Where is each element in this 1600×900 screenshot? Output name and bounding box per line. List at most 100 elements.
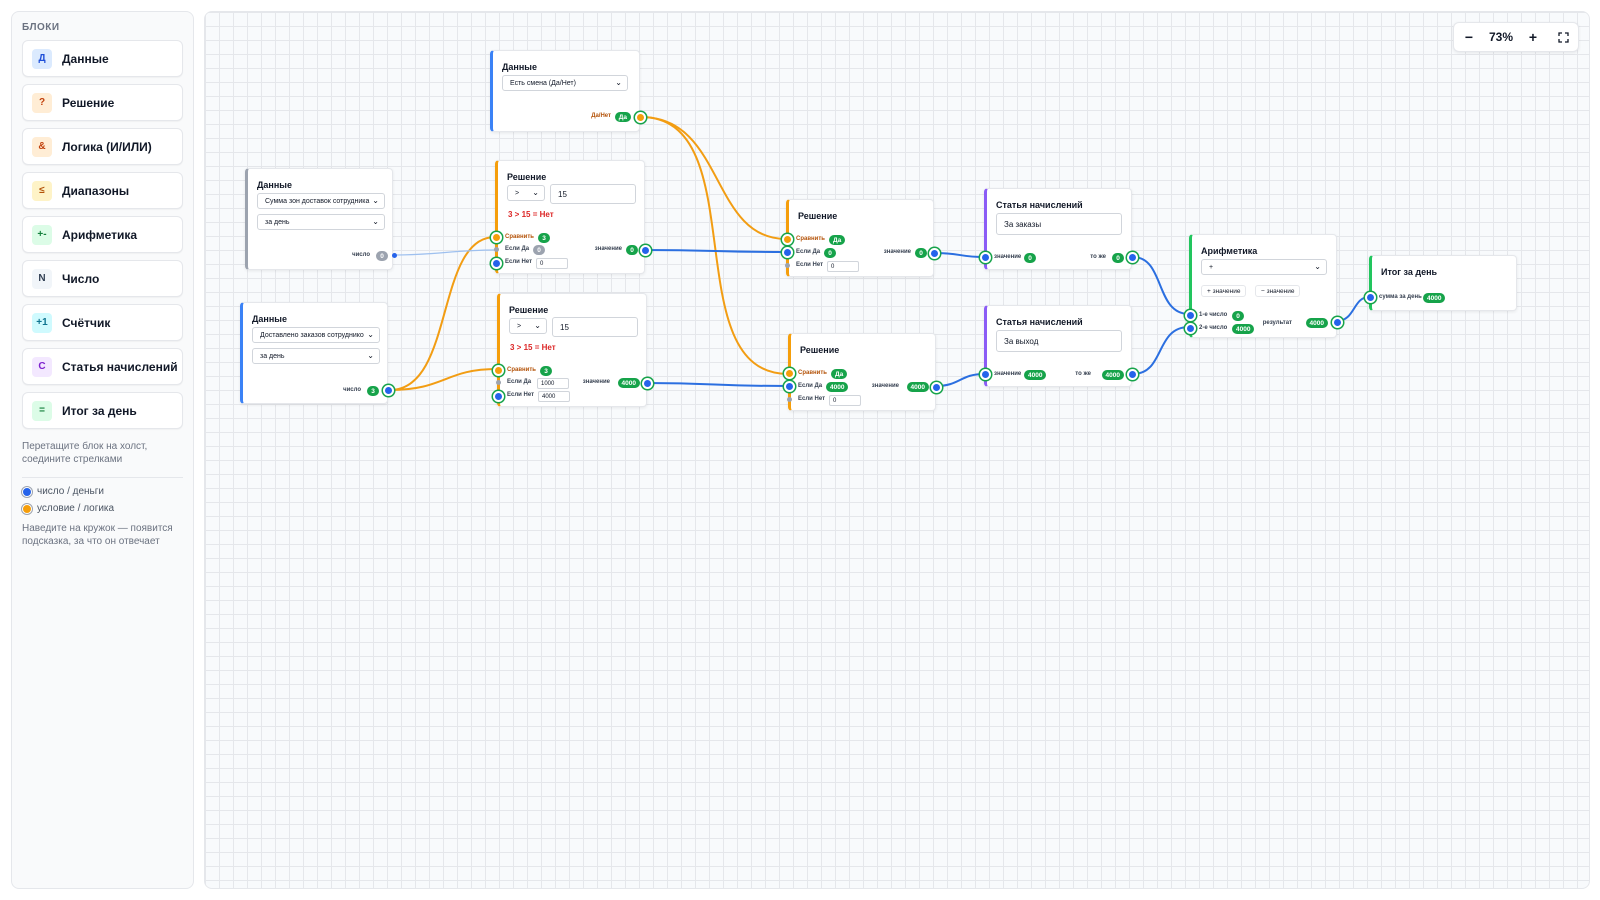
palette-item[interactable]: +1 Счётчик: [22, 304, 183, 341]
no-value-input[interactable]: 4000: [538, 391, 570, 402]
palette-item[interactable]: ≤ Диапазоны: [22, 172, 183, 209]
compare-port[interactable]: [493, 365, 504, 376]
operator-select[interactable]: > ⌄: [507, 185, 545, 201]
chevron-down-icon: ⌄: [372, 217, 379, 226]
operator-select[interactable]: > ⌄: [509, 318, 547, 334]
output-port[interactable]: [383, 385, 394, 396]
palette-item[interactable]: = Итог за день: [22, 392, 183, 429]
no-value-input[interactable]: 0: [829, 395, 861, 406]
threshold-input[interactable]: 15: [550, 184, 636, 204]
block-badge-icon: С: [32, 356, 52, 377]
yes-port[interactable]: [782, 247, 793, 258]
wire-orders-to-dec1: [389, 236, 496, 391]
block-badge-icon: ?: [32, 92, 52, 113]
chevron-down-icon: ⌄: [534, 321, 541, 330]
input-port[interactable]: [1365, 292, 1376, 303]
palette-item-label: Логика (И/ИЛИ): [62, 139, 152, 154]
field-select[interactable]: Есть смена (Да/Нет) ⌄: [502, 75, 628, 91]
no-port[interactable]: [491, 258, 502, 269]
flow-canvas[interactable]: − 73% + Данные Есть смена (Да/Нет) ⌄ Да/Н…: [204, 11, 1590, 889]
node-decision-4[interactable]: Решение Сравнить Да Если Да 4000 Если Не…: [784, 333, 942, 411]
blue-port-icon: [22, 486, 32, 497]
palette-item[interactable]: Д Данные: [22, 40, 183, 77]
node-title: Арифметика: [1201, 246, 1258, 256]
add-value-button[interactable]: + значение: [1201, 285, 1247, 297]
zoom-in-button[interactable]: +: [1518, 22, 1548, 52]
palette-item-label: Арифметика: [62, 227, 138, 242]
out-value: Да: [614, 112, 631, 122]
period-select[interactable]: за день ⌄: [252, 348, 380, 364]
no-port[interactable]: [787, 397, 792, 402]
output-port[interactable]: [392, 253, 397, 258]
yes-port[interactable]: [784, 381, 795, 392]
field-select[interactable]: Доставлено заказов сотруднико ⌄: [252, 327, 380, 343]
result-text: 3 > 15 = Нет: [508, 210, 554, 219]
output-port[interactable]: [642, 378, 653, 389]
output-port[interactable]: [635, 112, 646, 123]
output-port[interactable]: [1332, 317, 1343, 328]
zoom-out-button[interactable]: −: [1454, 22, 1484, 52]
block-badge-icon: +-: [32, 224, 52, 245]
out-label: значение: [871, 383, 899, 389]
charge-name-input[interactable]: За выход: [996, 330, 1122, 352]
in2-value: 4000: [1232, 324, 1255, 334]
node-charge-1[interactable]: Статья начислений За заказы значение 0 т…: [980, 188, 1138, 270]
node-decision-2[interactable]: Решение > ⌄ 15 3 > 15 = Нет Сравнить 3 Ес…: [493, 293, 653, 407]
legend-condition: условие / логика: [22, 503, 183, 514]
zoom-control: − 73% +: [1453, 22, 1579, 52]
in-label: значение: [994, 254, 1022, 260]
chevron-down-icon: ⌄: [532, 188, 539, 197]
palette-item[interactable]: ? Решение: [22, 84, 183, 121]
node-title: Данные: [252, 314, 287, 324]
operator-select[interactable]: + ⌄: [1201, 259, 1327, 275]
output-port[interactable]: [1127, 252, 1138, 263]
in-label: сумма за день: [1379, 294, 1422, 300]
yes-port[interactable]: [496, 380, 501, 385]
node-data-zones[interactable]: Данные Сумма зон доставок сотрудника ⌄ за…: [245, 168, 393, 270]
output-port[interactable]: [929, 248, 940, 259]
no-port[interactable]: [493, 391, 504, 402]
node-decision-1[interactable]: Решение > ⌄ 15 3 > 15 = Нет Сравнить 3 Ес…: [491, 160, 651, 274]
node-charge-2[interactable]: Статья начислений За выход значение 4000…: [980, 305, 1138, 387]
palette-item[interactable]: N Число: [22, 260, 183, 297]
compare-port[interactable]: [784, 368, 795, 379]
input-2-port[interactable]: [1185, 323, 1196, 334]
sidebar-hint-2: Наведите на кружок — появится подсказка,…: [22, 523, 173, 547]
node-arithmetic[interactable]: Арифметика + ⌄ + значение − значение 1-е …: [1185, 234, 1343, 338]
input-port[interactable]: [980, 369, 991, 380]
no-value-input[interactable]: 0: [536, 258, 568, 269]
node-total[interactable]: Итог за день сумма за день 4000: [1365, 255, 1517, 311]
out-label: результат: [1262, 320, 1292, 326]
yes-port[interactable]: [494, 247, 499, 252]
legend-number: число / деньги: [22, 486, 183, 497]
input-port[interactable]: [980, 252, 991, 263]
node-decision-3[interactable]: Решение Сравнить Да Если Да 0 Если Нет 0…: [782, 199, 940, 277]
remove-value-button[interactable]: − значение: [1255, 285, 1301, 297]
input-1-port[interactable]: [1185, 310, 1196, 321]
node-title: Решение: [800, 345, 840, 355]
field-select[interactable]: Сумма зон доставок сотрудника ⌄: [257, 193, 385, 209]
out-value: 3: [367, 386, 379, 396]
node-data-shift[interactable]: Данные Есть смена (Да/Нет) ⌄ Да/Нет Да: [490, 50, 646, 132]
sidebar-title: БЛОКИ: [22, 22, 60, 33]
threshold-input[interactable]: 15: [552, 317, 638, 337]
period-select[interactable]: за день ⌄: [257, 214, 385, 230]
compare-label: Сравнить: [796, 236, 825, 242]
output-port[interactable]: [1127, 369, 1138, 380]
output-port[interactable]: [640, 245, 651, 256]
node-data-orders[interactable]: Данные Доставлено заказов сотруднико ⌄ за…: [240, 302, 394, 404]
compare-value: Да: [829, 235, 846, 245]
palette-item[interactable]: С Статья начислений: [22, 348, 183, 385]
palette-item[interactable]: & Логика (И/ИЛИ): [22, 128, 183, 165]
palette-item[interactable]: +- Арифметика: [22, 216, 183, 253]
out-value: 0: [915, 248, 927, 258]
yes-value-input[interactable]: 1000: [537, 378, 569, 389]
compare-port[interactable]: [782, 234, 793, 245]
out-label: значение: [883, 249, 911, 255]
fullscreen-icon[interactable]: [1548, 22, 1578, 52]
no-value-input[interactable]: 0: [827, 261, 859, 272]
output-port[interactable]: [931, 382, 942, 393]
charge-name-input[interactable]: За заказы: [996, 213, 1122, 235]
no-port[interactable]: [785, 263, 790, 268]
compare-port[interactable]: [491, 232, 502, 243]
